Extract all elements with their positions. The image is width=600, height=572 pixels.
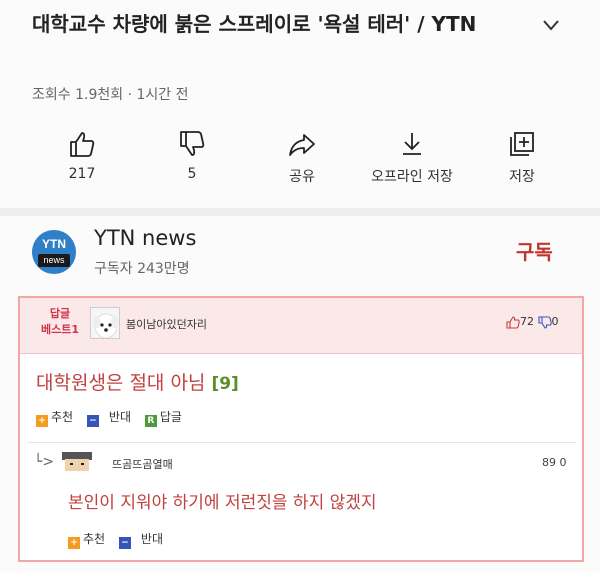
comment-body: 대학원생은 절대 아님 xyxy=(36,372,206,394)
dislike-button[interactable]: 5 xyxy=(162,130,222,182)
dislike-count: 5 xyxy=(187,166,197,182)
like-button[interactable]: 217 xyxy=(52,130,112,182)
comment-actions: + 추천 − 반대 R 답글 xyxy=(36,408,192,427)
reply-r-icon: R xyxy=(144,415,157,427)
channel-avatar[interactable]: YTN news xyxy=(32,230,76,274)
reply-actions: + 추천 − 반대 xyxy=(68,530,173,549)
logo-text-bottom: news xyxy=(38,254,70,267)
reply-score: 89 0 xyxy=(542,456,567,469)
share-button[interactable]: 공유 xyxy=(272,130,332,186)
channel-name[interactable]: YTN news xyxy=(94,226,196,250)
recommend-button[interactable]: + 추천 xyxy=(36,408,73,427)
share-icon xyxy=(289,134,315,156)
offline-save-button[interactable]: 오프라인 저장 xyxy=(352,130,472,186)
best-comment-header: 답글 베스트1 봄이남아있던자리 72 0 xyxy=(20,298,582,354)
like-count: 217 xyxy=(68,166,96,182)
recommend-label: 추천 xyxy=(51,410,74,424)
reply-count[interactable]: [9] xyxy=(211,374,238,394)
oppose-button[interactable]: − 반대 xyxy=(86,408,132,427)
offline-save-label: 오프라인 저장 xyxy=(371,169,453,185)
reply-text: 본인이 지워야 하기에 저런짓을 하지 않겠지 xyxy=(68,493,377,513)
best-label-rank: 베스트1 xyxy=(40,323,79,336)
reply-label: 답글 xyxy=(159,410,182,424)
video-title: 대학교수 차량에 붉은 스프레이로 '욕설 테러' / YTN xyxy=(32,12,477,36)
subscriber-count: 구독자 243만명 xyxy=(94,261,190,277)
reply-arrow-icon: └> xyxy=(34,454,55,470)
reply-recommend-label: 추천 xyxy=(83,532,106,546)
like-count: 72 xyxy=(520,315,534,328)
best-label-reply: 답글 xyxy=(49,307,71,320)
comment-votes: 72 0 xyxy=(506,315,559,329)
thumbs-down-icon[interactable] xyxy=(537,315,552,329)
plus-icon: + xyxy=(36,415,48,427)
reply-oppose-label: 반대 xyxy=(140,532,164,546)
comment-box: 답글 베스트1 봄이남아있던자리 72 0 대학원생은 절대 아님 [9] + … xyxy=(18,296,584,562)
save-button[interactable]: 저장 xyxy=(492,130,552,186)
oppose-label: 반대 xyxy=(108,410,132,424)
action-bar: 217 5 공유 오프라인 저장 저장 xyxy=(32,130,572,200)
dog-avatar-icon xyxy=(93,313,119,338)
reply-avatar xyxy=(62,452,92,471)
thumbs-up-icon[interactable] xyxy=(506,315,520,329)
video-meta: 조회수 1.9천회 · 1시간 전 xyxy=(32,87,189,103)
reply-oppose-button[interactable]: − 반대 xyxy=(118,530,164,549)
section-divider xyxy=(0,208,600,216)
reply-button[interactable]: R 답글 xyxy=(144,408,182,427)
avatar xyxy=(90,307,120,339)
save-label: 저장 xyxy=(509,169,535,185)
share-label: 공유 xyxy=(289,169,315,185)
comment-author[interactable]: 봄이남아있던자리 xyxy=(126,316,207,332)
chevron-down-icon[interactable] xyxy=(538,12,564,38)
dislike-count: 0 xyxy=(551,315,559,328)
minus-icon: − xyxy=(86,415,99,427)
best-badge: 답글 베스트1 xyxy=(30,306,90,338)
reply-recommend-button[interactable]: + 추천 xyxy=(68,530,105,549)
minus-icon: − xyxy=(118,537,131,549)
save-playlist-icon xyxy=(510,132,534,156)
reply-divider xyxy=(28,442,576,443)
download-icon xyxy=(403,133,421,155)
reply-author[interactable]: 뜨곰뜨곰열매 xyxy=(112,456,173,472)
subscribe-button[interactable]: 구독 xyxy=(516,236,553,265)
logo-text-top: YTN xyxy=(42,237,66,251)
thumbs-up-icon xyxy=(70,132,95,157)
plus-icon: + xyxy=(68,537,80,549)
comment-text: 대학원생은 절대 아님 [9] xyxy=(36,368,239,395)
thumbs-down-icon xyxy=(180,131,205,156)
